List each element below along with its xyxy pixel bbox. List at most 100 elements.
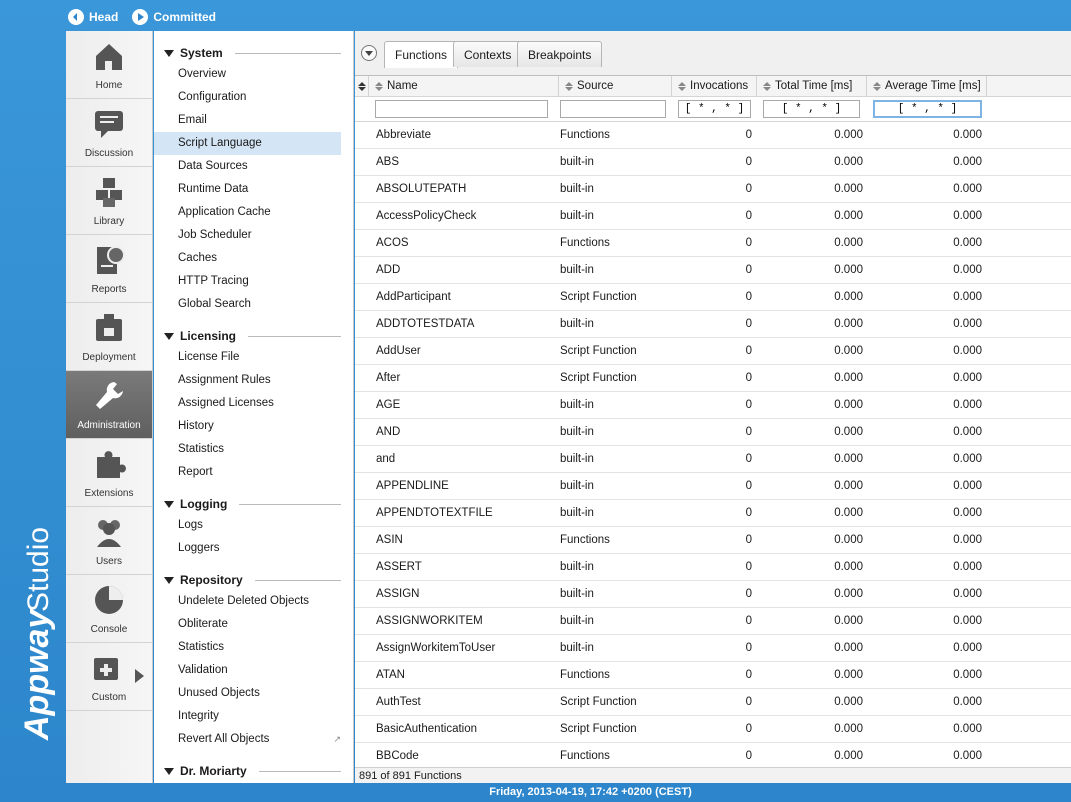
table-row[interactable]: BBCode Functions 0 0.000 0.000 [355,743,1071,768]
table-row[interactable]: AssignWorkitemToUser built-in 0 0.000 0.000 [355,635,1071,662]
committed-button[interactable]: Committed [132,9,216,25]
collapse-triangle-icon[interactable] [164,500,174,508]
nav-group-licensing[interactable]: Licensing [154,326,353,346]
table-header: Name Source Invocations Total Time [ms] … [355,76,1071,97]
col-header-invocations[interactable]: Invocations [672,76,757,97]
module-reports-button[interactable]: Reports [66,235,152,303]
table-row[interactable]: ASSIGNWORKITEM built-in 0 0.000 0.000 [355,608,1071,635]
functions-table-body: Abbreviate Functions 0 0.000 0.000 ABS built-i… [355,122,1071,768]
nav-item-script-language[interactable]: Script Language [154,132,341,155]
nav-item-http-tracing[interactable]: HTTP Tracing [154,270,341,293]
col-header-source[interactable]: Source [559,76,672,97]
table-row[interactable]: After Script Function 0 0.000 0.000 [355,365,1071,392]
nav-item-logs[interactable]: Logs [154,514,341,537]
table-row[interactable]: ASIN Functions 0 0.000 0.000 [355,527,1071,554]
head-button[interactable]: Head [68,9,118,25]
collapse-triangle-icon[interactable] [164,767,174,775]
tab-menu-dropdown[interactable] [361,45,377,61]
table-row[interactable]: ADD built-in 0 0.000 0.000 [355,257,1071,284]
module-console-button[interactable]: Console [66,575,152,643]
nav-item-undelete-deleted-objects[interactable]: Undelete Deleted Objects [154,590,341,613]
module-deployment-button[interactable]: Deployment [66,303,152,371]
table-row[interactable]: APPENDLINE built-in 0 0.000 0.000 [355,473,1071,500]
module-custom-button[interactable]: Custom [66,643,152,711]
nav-item-obliterate[interactable]: Obliterate [154,613,341,636]
nav-item-integrity[interactable]: Integrity [154,705,341,728]
filter-invocations-input[interactable] [678,100,751,118]
nav-item-statistics[interactable]: Statistics [154,636,341,659]
table-row[interactable]: ABS built-in 0 0.000 0.000 [355,149,1071,176]
deployment-icon [92,311,126,352]
nav-item-runtime-data[interactable]: Runtime Data [154,178,341,201]
col-header-name[interactable]: Name [369,76,559,97]
filter-source-input[interactable] [560,100,666,118]
expand-arrow-icon[interactable] [135,669,144,683]
nav-item-global-search[interactable]: Global Search [154,293,341,316]
table-row[interactable]: AuthTest Script Function 0 0.000 0.000 [355,689,1071,716]
module-sidebar: Home Discussion Library Reports Deployment Ad… [66,31,153,783]
nav-item-unused-objects[interactable]: Unused Objects [154,682,341,705]
filter-name-input[interactable] [375,100,548,118]
filter-total-time-input[interactable] [763,100,860,118]
module-extensions-button[interactable]: Extensions [66,439,152,507]
external-link-icon[interactable]: ↗ [333,728,341,751]
module-label: Extensions [84,487,134,499]
tab-breakpoints[interactable]: Breakpoints [517,41,603,67]
module-discussion-button[interactable]: Discussion [66,99,152,167]
module-library-button[interactable]: Library [66,167,152,235]
table-row[interactable]: ASSERT built-in 0 0.000 0.000 [355,554,1071,581]
nav-group-logging[interactable]: Logging [154,494,353,514]
cell-average-time: 0.000 [953,210,982,222]
table-row[interactable]: ASSIGN built-in 0 0.000 0.000 [355,581,1071,608]
nav-group-repository[interactable]: Repository [154,570,353,590]
nav-item-statistics[interactable]: Statistics [154,438,341,461]
module-administration-button[interactable]: Administration [66,371,152,439]
table-row[interactable]: and built-in 0 0.000 0.000 [355,446,1071,473]
module-home-button[interactable]: Home [66,31,152,99]
nav-item-report[interactable]: Report [154,461,341,484]
table-row[interactable]: BasicAuthentication Script Function 0 0.000… [355,716,1071,743]
nav-item-assignment-rules[interactable]: Assignment Rules [154,369,341,392]
collapse-triangle-icon[interactable] [164,49,174,57]
nav-item-application-cache[interactable]: Application Cache [154,201,341,224]
nav-group-dr-moriarty[interactable]: Dr. Moriarty [154,761,353,781]
tab-functions[interactable]: Functions [384,41,459,68]
col-header-average-time[interactable]: Average Time [ms] [867,76,987,97]
table-row[interactable]: AddUser Script Function 0 0.000 0.000 [355,338,1071,365]
col-header-total-time[interactable]: Total Time [ms] [757,76,867,97]
column-chooser-icon[interactable] [355,76,369,97]
nav-group-system[interactable]: System [154,43,353,63]
nav-item-overview[interactable]: Overview [154,63,341,86]
filter-average-time-input[interactable] [873,100,982,118]
nav-item-job-scheduler[interactable]: Job Scheduler [154,224,341,247]
table-row[interactable]: ABSOLUTEPATH built-in 0 0.000 0.000 [355,176,1071,203]
nav-item-license-file[interactable]: License File [154,346,341,369]
nav-item-history[interactable]: History [154,415,341,438]
nav-item-loggers[interactable]: Loggers [154,537,341,560]
top-bar: Head Committed [66,0,1071,34]
module-users-button[interactable]: Users [66,507,152,575]
nav-item-caches[interactable]: Caches [154,247,341,270]
tab-contexts[interactable]: Contexts [453,41,523,67]
nav-item-revert-all-objects[interactable]: Revert All Objects ↗ [154,728,341,751]
table-row[interactable]: ADDTOTESTDATA built-in 0 0.000 0.000 [355,311,1071,338]
table-row[interactable]: AGE built-in 0 0.000 0.000 [355,392,1071,419]
table-row[interactable]: AccessPolicyCheck built-in 0 0.000 0.000 [355,203,1071,230]
nav-item-email[interactable]: Email [154,109,341,132]
table-row[interactable]: AND built-in 0 0.000 0.000 [355,419,1071,446]
collapse-triangle-icon[interactable] [164,576,174,584]
cell-name: APPENDTOTEXTFILE [376,507,493,519]
table-row[interactable]: ACOS Functions 0 0.000 0.000 [355,230,1071,257]
collapse-triangle-icon[interactable] [164,332,174,340]
nav-item-assigned-licenses[interactable]: Assigned Licenses [154,392,341,415]
nav-item-data-sources[interactable]: Data Sources [154,155,341,178]
cell-source: built-in [560,615,594,627]
cell-name: BasicAuthentication [376,723,478,735]
table-row[interactable]: AddParticipant Script Function 0 0.000 0.000 [355,284,1071,311]
nav-item-configuration[interactable]: Configuration [154,86,341,109]
nav-item-validation[interactable]: Validation [154,659,341,682]
table-row[interactable]: Abbreviate Functions 0 0.000 0.000 [355,122,1071,149]
table-row[interactable]: ATAN Functions 0 0.000 0.000 [355,662,1071,689]
main-panel: Functions Contexts Breakpoints Name Sour… [355,31,1071,783]
table-row[interactable]: APPENDTOTEXTFILE built-in 0 0.000 0.000 [355,500,1071,527]
